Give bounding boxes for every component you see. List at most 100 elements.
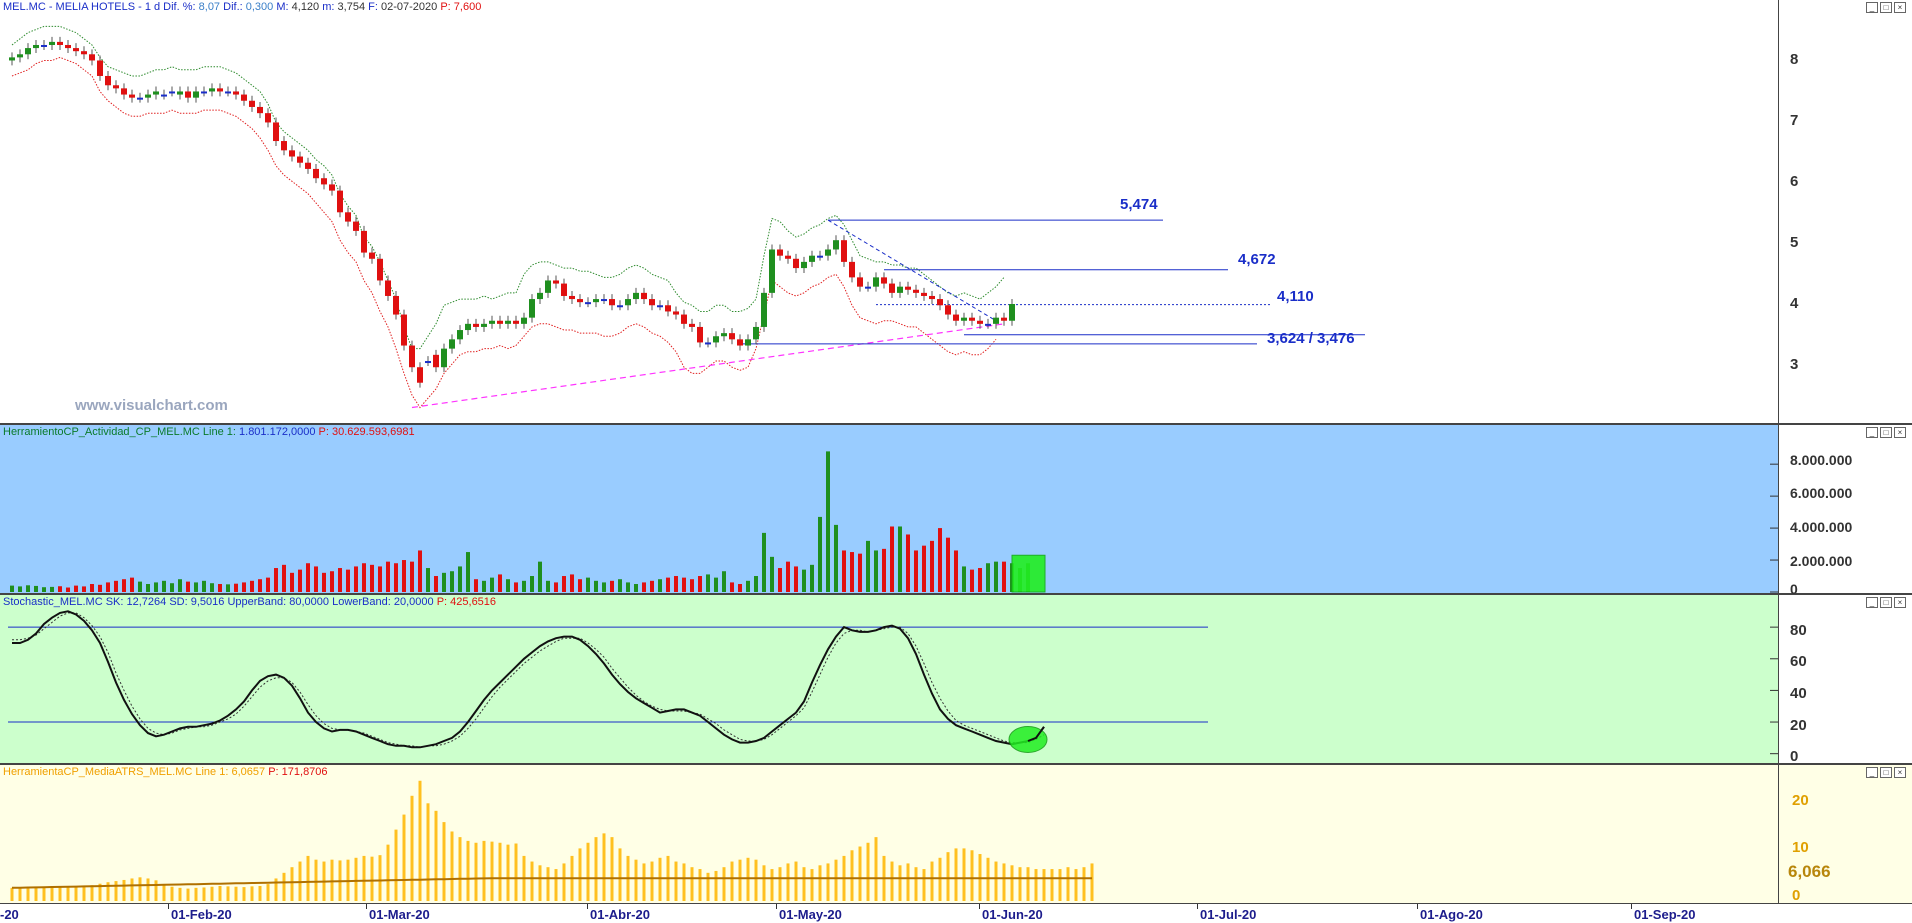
volume-plot-area[interactable]: [0, 425, 1778, 593]
candle-body: [673, 311, 679, 315]
volume-bar: [354, 566, 358, 592]
volume-bar: [330, 571, 334, 592]
atr-plot-area[interactable]: [0, 765, 1778, 903]
candle-body: [313, 168, 319, 179]
close-button[interactable]: ×: [1894, 767, 1906, 778]
volume-bar: [130, 577, 134, 592]
minimize-button[interactable]: _: [1866, 427, 1878, 438]
stochastic-window-controls: _ □ ×: [1864, 597, 1906, 608]
candle-body: [73, 48, 79, 52]
maximize-button[interactable]: □: [1880, 2, 1892, 13]
candle-body: [433, 354, 439, 368]
volume-bar: [778, 568, 782, 592]
atr-bar: [794, 861, 798, 901]
volume-bar: [978, 568, 982, 592]
atr-bar: [474, 842, 478, 901]
atr-bar: [314, 859, 318, 901]
volume-ytick: 8.000.000: [1790, 452, 1853, 468]
candle-body: [25, 48, 31, 55]
volume-bar: [602, 582, 606, 592]
x-tick: [587, 904, 588, 909]
volume-bar: [578, 579, 582, 592]
stoch-lower-label: LowerBand:: [332, 596, 391, 608]
atr-bar: [130, 878, 134, 901]
atr-bar: [930, 861, 934, 901]
maximize-button[interactable]: □: [1880, 767, 1892, 778]
volume-ytick: 4.000.000: [1790, 519, 1853, 535]
candle-body: [761, 292, 767, 327]
volume-bar: [242, 582, 246, 592]
maximize-button[interactable]: □: [1880, 597, 1892, 608]
atr-bar: [178, 887, 182, 901]
candle-body: [345, 212, 351, 222]
minimize-button[interactable]: _: [1866, 2, 1878, 13]
volume-bar: [874, 550, 878, 592]
volume-bar: [154, 582, 158, 592]
volume-bar: [34, 585, 38, 592]
volume-bar: [74, 585, 78, 592]
candle-body: [417, 367, 423, 383]
stochastic-plot-area[interactable]: [0, 595, 1778, 763]
volume-bar: [746, 580, 750, 592]
candle-body: [1009, 304, 1015, 321]
stoch-sk-line: [12, 610, 1045, 749]
atr-bar: [746, 857, 750, 901]
candle-body: [105, 75, 111, 86]
candle-body: [993, 317, 999, 324]
dif-value: 0,300: [245, 1, 274, 13]
candle-body: [577, 299, 583, 303]
volume-bar: [114, 580, 118, 592]
candle-body: [385, 280, 391, 296]
stoch-sk-value: 12,7264: [126, 596, 167, 608]
atr-bar: [890, 861, 894, 901]
volume-bar: [466, 552, 470, 592]
volume-bar: [818, 516, 822, 592]
atr-bar: [266, 884, 270, 901]
candle-body: [209, 88, 215, 92]
volume-bar: [850, 552, 854, 592]
atr-bar: [770, 869, 774, 901]
volume-bar: [178, 579, 182, 592]
volume-bar: [362, 563, 366, 592]
minimize-button[interactable]: _: [1866, 767, 1878, 778]
candle-body: [857, 277, 863, 287]
atr-bar: [50, 887, 54, 901]
maximize-button[interactable]: □: [1880, 427, 1892, 438]
volume-bar: [650, 580, 654, 592]
candle-body: [145, 94, 151, 98]
volume-bar: [882, 548, 886, 592]
atr-bar: [1026, 867, 1030, 901]
candle-body: [489, 320, 495, 324]
volume-bar: [642, 582, 646, 592]
price-ytick: 4: [1790, 295, 1799, 312]
volume-bar: [426, 568, 430, 592]
stoch-sk-label: SK:: [105, 596, 124, 608]
price-plot-area[interactable]: [0, 0, 1778, 423]
volume-bar: [722, 571, 726, 592]
close-button[interactable]: ×: [1894, 2, 1906, 13]
atr-p-value: 171,8706: [281, 766, 328, 778]
candle-body: [217, 88, 223, 92]
candle-body: [65, 44, 71, 49]
volume-bar: [738, 584, 742, 592]
candle-body: [561, 283, 567, 296]
candle-body: [465, 323, 471, 331]
volume-bar: [322, 572, 326, 592]
volume-bar: [434, 576, 438, 592]
atr-line-value: 6,0657: [231, 766, 266, 778]
close-button[interactable]: ×: [1894, 427, 1906, 438]
candle-body: [401, 314, 407, 346]
annotation-5474: 5,474: [1120, 196, 1158, 213]
atr-average-line: [11, 877, 1092, 889]
stoch-sd-line: [12, 612, 1045, 748]
atr-bar: [850, 850, 854, 901]
x-tick: [1197, 904, 1198, 909]
atr-bar: [730, 861, 734, 901]
atr-bar: [378, 855, 382, 901]
close-button[interactable]: ×: [1894, 597, 1906, 608]
atr-bar: [194, 887, 198, 901]
stoch-upper-label: UpperBand:: [227, 596, 287, 608]
candle-body: [369, 252, 375, 259]
minimize-button[interactable]: _: [1866, 597, 1878, 608]
date-value: 02-07-2020: [380, 1, 438, 13]
